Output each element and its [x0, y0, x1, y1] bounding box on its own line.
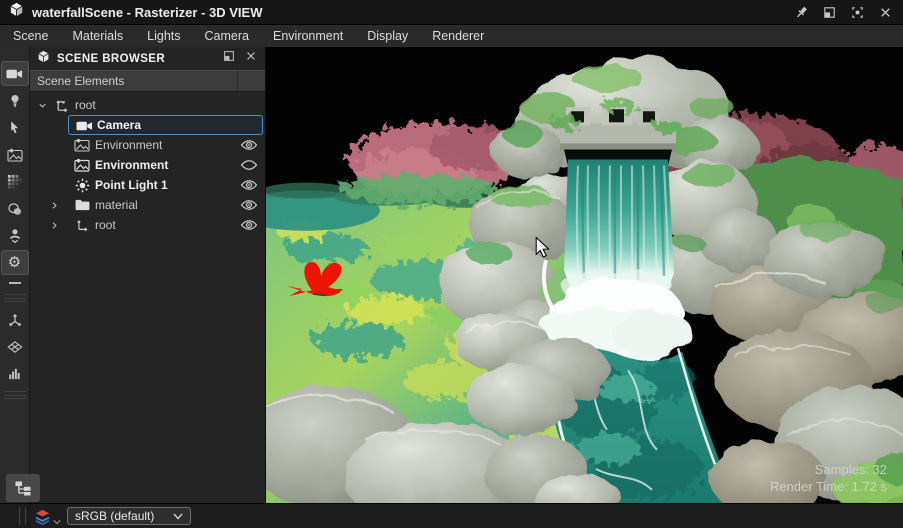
- tree-column-header[interactable]: Scene Elements: [30, 70, 265, 92]
- turntable-figure-icon[interactable]: [1, 223, 29, 248]
- tree-row-root-child[interactable]: root: [30, 215, 265, 235]
- tree-label: Camera: [97, 118, 142, 132]
- mouse-cursor: [535, 237, 550, 258]
- close-panel-icon[interactable]: [244, 49, 258, 68]
- tree-row-point-light[interactable]: Point Light 1: [30, 175, 265, 195]
- tree-label: Environment: [95, 158, 169, 172]
- render-spheres-icon[interactable]: [1, 196, 29, 221]
- camera-icon: [75, 118, 93, 134]
- render-time-readout: Render Time: 1.72 s: [769, 479, 887, 494]
- menu-environment[interactable]: Environment: [261, 25, 355, 47]
- collapse-minus-icon[interactable]: [1, 277, 29, 289]
- app-logo-cube-icon: [9, 2, 24, 22]
- texture-dither-icon[interactable]: [1, 169, 29, 194]
- hierarchy-tree-icon: [15, 481, 31, 496]
- menu-materials[interactable]: Materials: [60, 25, 135, 47]
- color-profile-dropdown[interactable]: sRGB (default): [67, 507, 191, 525]
- visibility-eye-icon[interactable]: [240, 198, 258, 212]
- scene-browser-toggle-button[interactable]: [6, 474, 40, 502]
- chevron-down-icon[interactable]: [34, 97, 50, 113]
- panel-title: SCENE BROWSER: [57, 52, 166, 65]
- tree-row-root[interactable]: root: [30, 95, 265, 115]
- visibility-eye-off-icon[interactable]: [240, 158, 258, 172]
- ground-plane-icon[interactable]: [1, 334, 29, 359]
- settings-gear-icon[interactable]: ⚙: [0, 250, 29, 275]
- camera-tool-icon[interactable]: [0, 61, 29, 86]
- visibility-eye-icon[interactable]: [240, 218, 258, 232]
- samples-readout: Samples: 32: [814, 462, 887, 477]
- histogram-icon[interactable]: [1, 361, 29, 386]
- resize-grip: [19, 507, 26, 525]
- light-bulb-icon[interactable]: [1, 88, 29, 113]
- transform-axes-icon: [52, 97, 70, 113]
- tree-label: material: [95, 198, 138, 212]
- selected-row-highlight: Camera: [68, 115, 263, 135]
- maximize-window-icon[interactable]: [848, 3, 866, 21]
- menu-bar: Scene Materials Lights Camera Environmen…: [0, 25, 903, 47]
- tree-label: Point Light 1: [95, 178, 168, 192]
- restore-window-icon[interactable]: [820, 3, 838, 21]
- tree-row-material[interactable]: material: [30, 195, 265, 215]
- tree-label: root: [95, 218, 116, 232]
- chevron-right-icon[interactable]: [46, 197, 62, 213]
- column-scene-elements: Scene Elements: [37, 74, 125, 88]
- folder-icon: [73, 197, 91, 213]
- tree-row-camera[interactable]: Camera: [30, 115, 265, 135]
- float-panel-icon[interactable]: [222, 49, 236, 68]
- cube-icon: [37, 50, 50, 68]
- color-layers-icon[interactable]: [33, 508, 61, 525]
- visibility-eye-icon[interactable]: [240, 138, 258, 152]
- menu-display[interactable]: Display: [355, 25, 420, 47]
- pin-icon[interactable]: [792, 3, 810, 21]
- rendered-scene: [266, 47, 903, 503]
- scene-tree: root Camera Environment Environment Poin…: [30, 92, 265, 503]
- viewport-3d[interactable]: Samples: 32 Render Time: 1.72 s: [266, 47, 903, 503]
- close-window-icon[interactable]: [876, 3, 894, 21]
- transform-axes-icon: [73, 217, 91, 233]
- environment-icon: [73, 157, 91, 173]
- left-toolbar: ⚙: [0, 47, 30, 503]
- menu-lights[interactable]: Lights: [135, 25, 192, 47]
- window-title: waterfallScene - Rasterizer - 3D VIEW: [32, 4, 263, 20]
- title-bar[interactable]: waterfallScene - Rasterizer - 3D VIEW: [0, 0, 903, 25]
- chevron-down-icon: [53, 519, 61, 524]
- chevron-down-icon: [173, 513, 183, 520]
- render-stats: Samples: 32 Render Time: 1.72 s: [770, 461, 887, 495]
- menu-camera[interactable]: Camera: [193, 25, 261, 47]
- menu-scene[interactable]: Scene: [1, 25, 60, 47]
- tree-label: Environment: [95, 138, 163, 152]
- status-bar: sRGB (default): [0, 503, 903, 528]
- tree-row-environment-2[interactable]: Environment: [30, 155, 265, 175]
- select-pointer-icon[interactable]: [1, 115, 29, 140]
- environment-image-icon[interactable]: [1, 142, 29, 167]
- menu-renderer[interactable]: Renderer: [420, 25, 496, 47]
- application-window: waterfallScene - Rasterizer - 3D VIEW Sc…: [0, 0, 903, 528]
- scene-browser-panel: SCENE BROWSER Scene Elements root Camera…: [30, 47, 266, 503]
- environment-icon: [73, 137, 91, 153]
- toolbar-separator: [3, 294, 26, 302]
- color-profile-value: sRGB (default): [75, 509, 155, 523]
- scene-browser-header[interactable]: SCENE BROWSER: [30, 47, 265, 70]
- toolbar-separator: [3, 391, 26, 399]
- tree-row-environment[interactable]: Environment: [30, 135, 265, 155]
- point-light-icon: [73, 177, 91, 193]
- tree-label: root: [75, 98, 96, 112]
- visibility-eye-icon[interactable]: [240, 178, 258, 192]
- transform-axes-icon[interactable]: [1, 307, 29, 332]
- chevron-right-icon[interactable]: [46, 217, 62, 233]
